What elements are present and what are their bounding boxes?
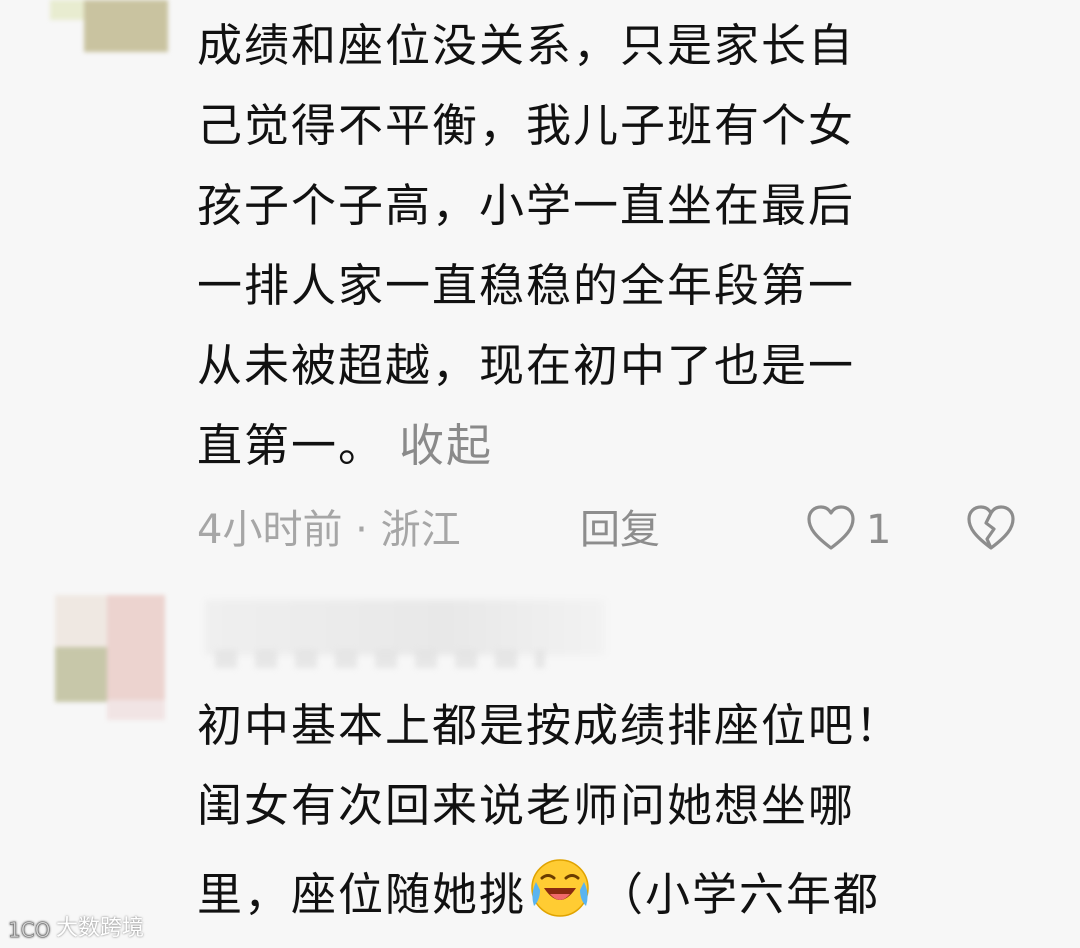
- comment1-last-line: 直第一。 收起: [197, 416, 997, 476]
- comment1-text-line: 成绩和座位没关系，只是家长自: [197, 19, 856, 72]
- comment2-text-row: 里，座位随她挑 （小学六年都: [197, 856, 997, 925]
- watermark: 1CO 大数跨境: [8, 914, 144, 944]
- reply-button[interactable]: 回复: [580, 500, 660, 560]
- comment2-text-line: 闺女有次回来说老师问她想坐哪: [197, 779, 856, 832]
- comment1-text-line: 从未被超越，现在初中了也是一: [197, 339, 856, 392]
- comment1-text-line: 孩子个子高，小学一直坐在最后: [197, 179, 856, 232]
- comment2-text-line: （小学六年都: [598, 868, 881, 921]
- comment1-text-line: 直第一。: [197, 419, 386, 472]
- comment2-text-line: 里，座位随她挑: [197, 868, 527, 921]
- heart-outline-icon[interactable]: [805, 503, 857, 553]
- comment1-text-line: 一排人家一直稳稳的全年段第一: [197, 259, 856, 312]
- comment2-text-line: 初中基本上都是按成绩排座位吧！: [197, 699, 903, 752]
- collapse-link[interactable]: 收起: [399, 419, 493, 472]
- comment2-username-redacted: [205, 600, 605, 655]
- comment1-avatar[interactable]: [50, 0, 168, 52]
- comment1-text-line: 己觉得不平衡，我儿子班有个女: [197, 99, 856, 152]
- laughing-crying-emoji: [531, 859, 589, 917]
- watermark-logo-icon: 1CO: [8, 918, 51, 943]
- watermark-logo-text: 1CO: [8, 918, 50, 942]
- comment1-time-location: 4小时前 · 浙江: [197, 507, 461, 553]
- like-count: 1: [866, 507, 892, 553]
- broken-heart-icon[interactable]: [965, 503, 1017, 553]
- watermark-text: 大数跨境: [56, 916, 145, 941]
- comment2-avatar[interactable]: [55, 595, 165, 720]
- comment2-username-redacted-trace: [215, 650, 545, 668]
